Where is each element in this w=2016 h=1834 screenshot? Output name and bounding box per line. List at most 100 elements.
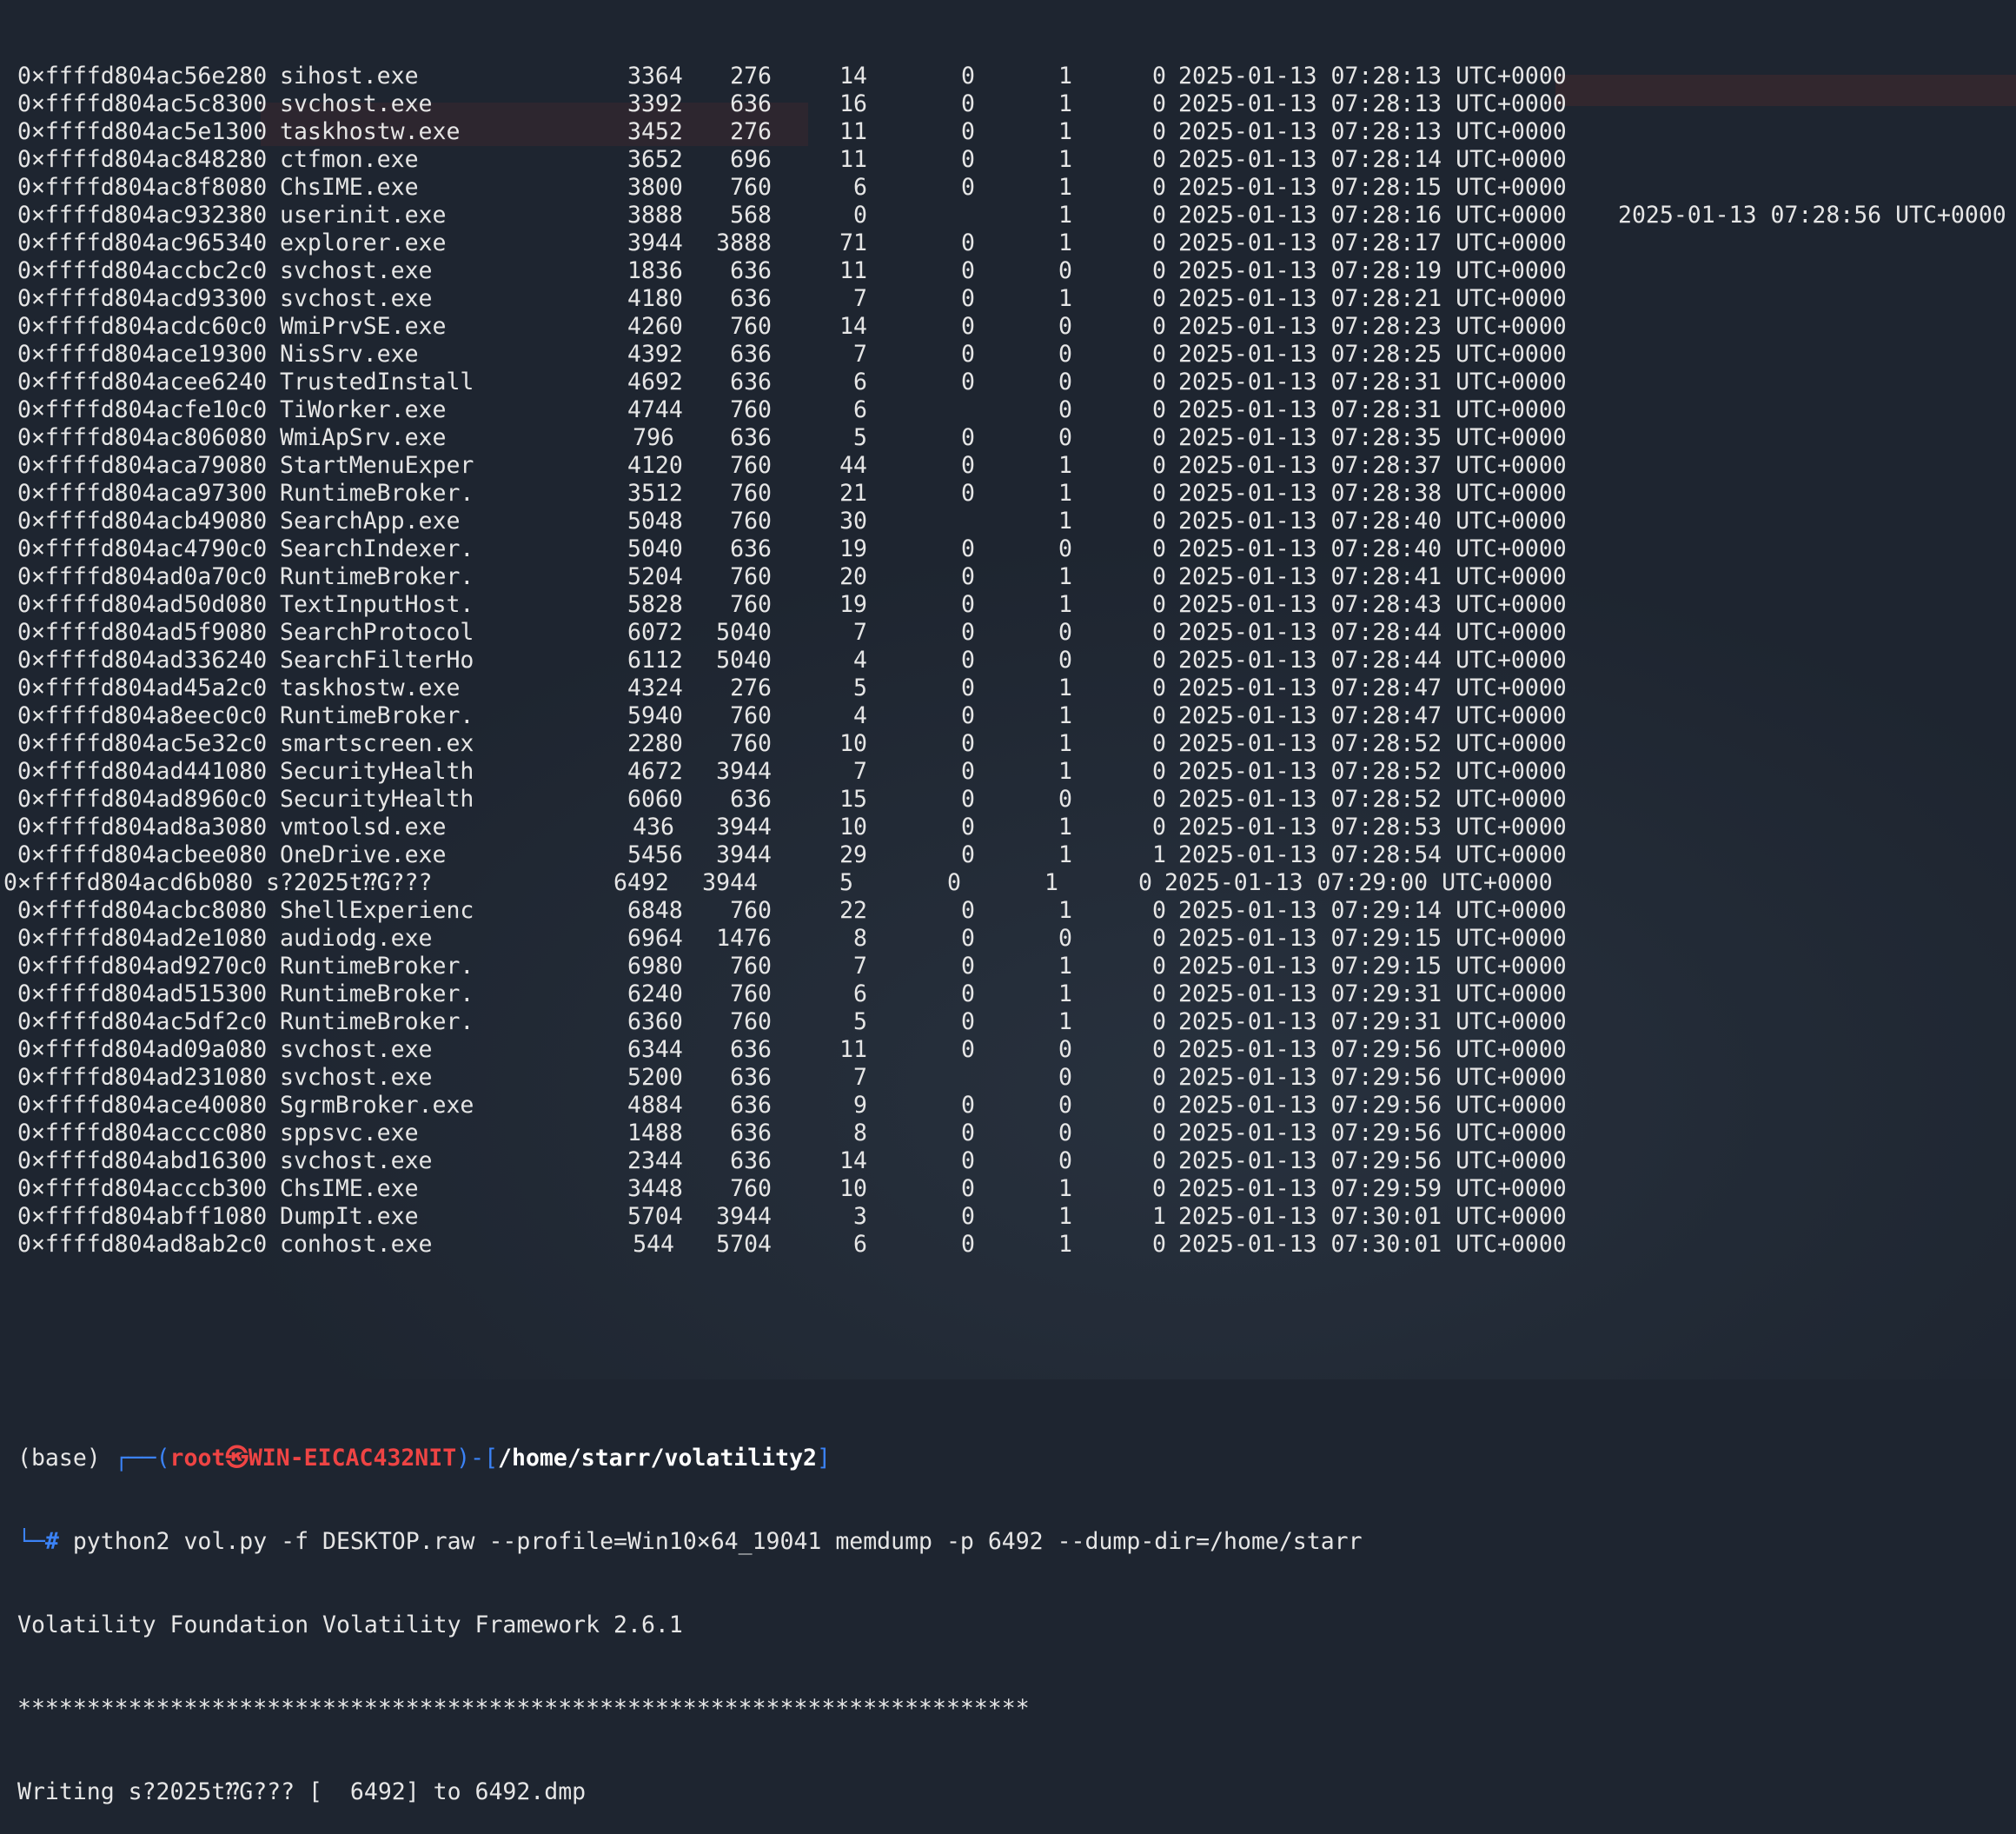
terminal-window[interactable]: 0×ffffd804ac56e280 sihost.exe 3364 276 14 0 1 0… — [0, 0, 2016, 1805]
process-threads: 44 — [839, 452, 867, 479]
process-threads: 0 — [853, 202, 867, 229]
process-session: 1 — [1044, 869, 1058, 896]
process-row: 0×ffffd804ac8f8080 ChsIME.exe 3800 760 6 0 1 0 2… — [17, 174, 2016, 202]
process-wow64: 0 — [1152, 1036, 1166, 1063]
process-handles: 0 — [961, 1147, 975, 1174]
process-name: svchost.exe — [280, 1064, 433, 1091]
process-ppid: 636 — [730, 535, 772, 562]
process-wow64: 0 — [1152, 1147, 1166, 1174]
process-wow64: 0 — [1152, 1064, 1166, 1091]
process-start: 2025-01-13 07:28:53 UTC+0000 — [1178, 814, 1567, 841]
process-threads: 11 — [839, 146, 867, 173]
process-offset: 0×ffffd804ac806080 — [17, 424, 268, 451]
process-handles: 0 — [961, 730, 975, 757]
process-pid: 3512 — [627, 480, 683, 507]
process-offset: 0×ffffd804ad441080 — [17, 758, 268, 785]
process-threads: 10 — [839, 814, 867, 841]
process-session: 1 — [1058, 202, 1072, 229]
process-name: WmiApSrv.exe — [280, 424, 447, 451]
process-ppid: 3888 — [716, 229, 772, 256]
process-wow64: 0 — [1152, 897, 1166, 924]
process-start: 2025-01-13 07:28:31 UTC+0000 — [1178, 396, 1567, 423]
prompt-mid: )-[ — [456, 1445, 499, 1472]
prompt-end: ] — [817, 1445, 831, 1472]
process-row: 0×ffffd804acbc8080 ShellExperienc 6848 760 2… — [17, 897, 2016, 925]
process-wow64: 0 — [1152, 424, 1166, 451]
process-offset: 0×ffffd804ac5e1300 — [17, 118, 268, 145]
process-ppid: 760 — [730, 1175, 772, 1202]
process-ppid: 636 — [730, 257, 772, 284]
process-offset: 0×ffffd804abff1080 — [17, 1203, 268, 1230]
process-session: 1 — [1058, 1231, 1072, 1258]
process-row: 0×ffffd804a8eec0c0 RuntimeBroker. 5940 760 4… — [17, 702, 2016, 730]
process-name: vmtoolsd.exe — [280, 814, 447, 841]
process-threads: 11 — [839, 1036, 867, 1063]
process-pid: 6072 — [627, 619, 683, 646]
process-wow64: 0 — [1152, 925, 1166, 952]
process-ppid: 760 — [730, 174, 772, 201]
process-wow64: 0 — [1152, 1008, 1166, 1035]
process-ppid: 276 — [730, 118, 772, 145]
process-wow64: 0 — [1152, 1120, 1166, 1146]
process-row: 0×ffffd804acfe10c0 TiWorker.exe 4744 760 6 0 0… — [17, 396, 2016, 424]
process-threads: 14 — [839, 313, 867, 340]
process-threads: 8 — [853, 1120, 867, 1146]
process-wow64: 0 — [1152, 702, 1166, 729]
process-row: 0×ffffd804acccc080 sppsvc.exe 1488 636 8 0 0 0 2… — [17, 1120, 2016, 1147]
process-session: 1 — [1058, 841, 1072, 868]
process-handles: 0 — [961, 146, 975, 173]
process-ppid: 760 — [730, 980, 772, 1007]
process-handles: 0 — [961, 591, 975, 618]
process-pid: 5204 — [627, 563, 683, 590]
process-pid: 2344 — [627, 1147, 683, 1174]
process-name: SecurityHealth — [280, 758, 474, 785]
process-session: 1 — [1058, 730, 1072, 757]
process-handles: 0 — [961, 702, 975, 729]
process-offset: 0×ffffd804ad515300 — [17, 980, 268, 1007]
process-threads: 6 — [853, 980, 867, 1007]
process-session: 1 — [1058, 480, 1072, 507]
process-pid: 436 — [633, 814, 674, 841]
process-start: 2025-01-13 07:28:16 UTC+0000 — [1178, 202, 1567, 229]
process-session: 1 — [1058, 118, 1072, 145]
process-session: 0 — [1058, 1120, 1072, 1146]
process-wow64: 1 — [1152, 1203, 1166, 1230]
process-row: 0×ffffd804ad50d080 TextInputHost. 5828 760 1… — [17, 591, 2016, 619]
process-start: 2025-01-13 07:29:31 UTC+0000 — [1178, 980, 1567, 1007]
process-wow64: 1 — [1152, 841, 1166, 868]
process-row: 0×ffffd804acee6240 TrustedInstall 4692 636 6… — [17, 369, 2016, 396]
process-session: 0 — [1058, 1092, 1072, 1119]
process-offset: 0×ffffd804acbee080 — [17, 841, 268, 868]
process-offset: 0×ffffd804a8eec0c0 — [17, 702, 268, 729]
process-start: 2025-01-13 07:28:35 UTC+0000 — [1178, 424, 1567, 451]
process-threads: 6 — [853, 369, 867, 395]
process-wow64: 0 — [1152, 341, 1166, 368]
process-start: 2025-01-13 07:28:47 UTC+0000 — [1178, 702, 1567, 729]
process-threads: 19 — [839, 535, 867, 562]
process-start: 2025-01-13 07:28:40 UTC+0000 — [1178, 535, 1567, 562]
process-handles: 0 — [961, 480, 975, 507]
process-row: 0×ffffd804ad2e1080 audiodg.exe 6964 1476 8 0 0… — [17, 925, 2016, 953]
process-threads: 5 — [853, 674, 867, 701]
command-line[interactable]: └─# python2 vol.py -f DESKTOP.raw --prof… — [17, 1528, 2016, 1556]
process-threads: 7 — [853, 758, 867, 785]
process-table: 0×ffffd804ac56e280 sihost.exe 3364 276 14 0 1 0… — [3, 63, 2016, 1259]
process-name: svchost.exe — [280, 1147, 433, 1174]
process-wow64: 0 — [1152, 563, 1166, 590]
process-pid: 5456 — [627, 841, 683, 868]
process-start: 2025-01-13 07:28:38 UTC+0000 — [1178, 480, 1567, 507]
process-session: 1 — [1058, 174, 1072, 201]
process-row: 0×ffffd804ad9270c0 RuntimeBroker. 6980 760 7… — [17, 953, 2016, 980]
process-offset: 0×ffffd804acbc8080 — [17, 897, 268, 924]
process-offset: 0×ffffd804ad8a3080 — [17, 814, 268, 841]
process-ppid: 1476 — [716, 925, 772, 952]
process-session: 0 — [1058, 369, 1072, 395]
process-name: ChsIME.exe — [280, 174, 419, 201]
command-text[interactable]: python2 vol.py -f DESKTOP.raw --profile=… — [59, 1528, 1363, 1555]
process-pid: 4692 — [627, 369, 683, 395]
process-name: StartMenuExper — [280, 452, 474, 479]
process-threads: 5 — [853, 424, 867, 451]
process-name: SecurityHealth — [280, 786, 474, 813]
process-threads: 7 — [853, 341, 867, 368]
process-threads: 14 — [839, 1147, 867, 1174]
